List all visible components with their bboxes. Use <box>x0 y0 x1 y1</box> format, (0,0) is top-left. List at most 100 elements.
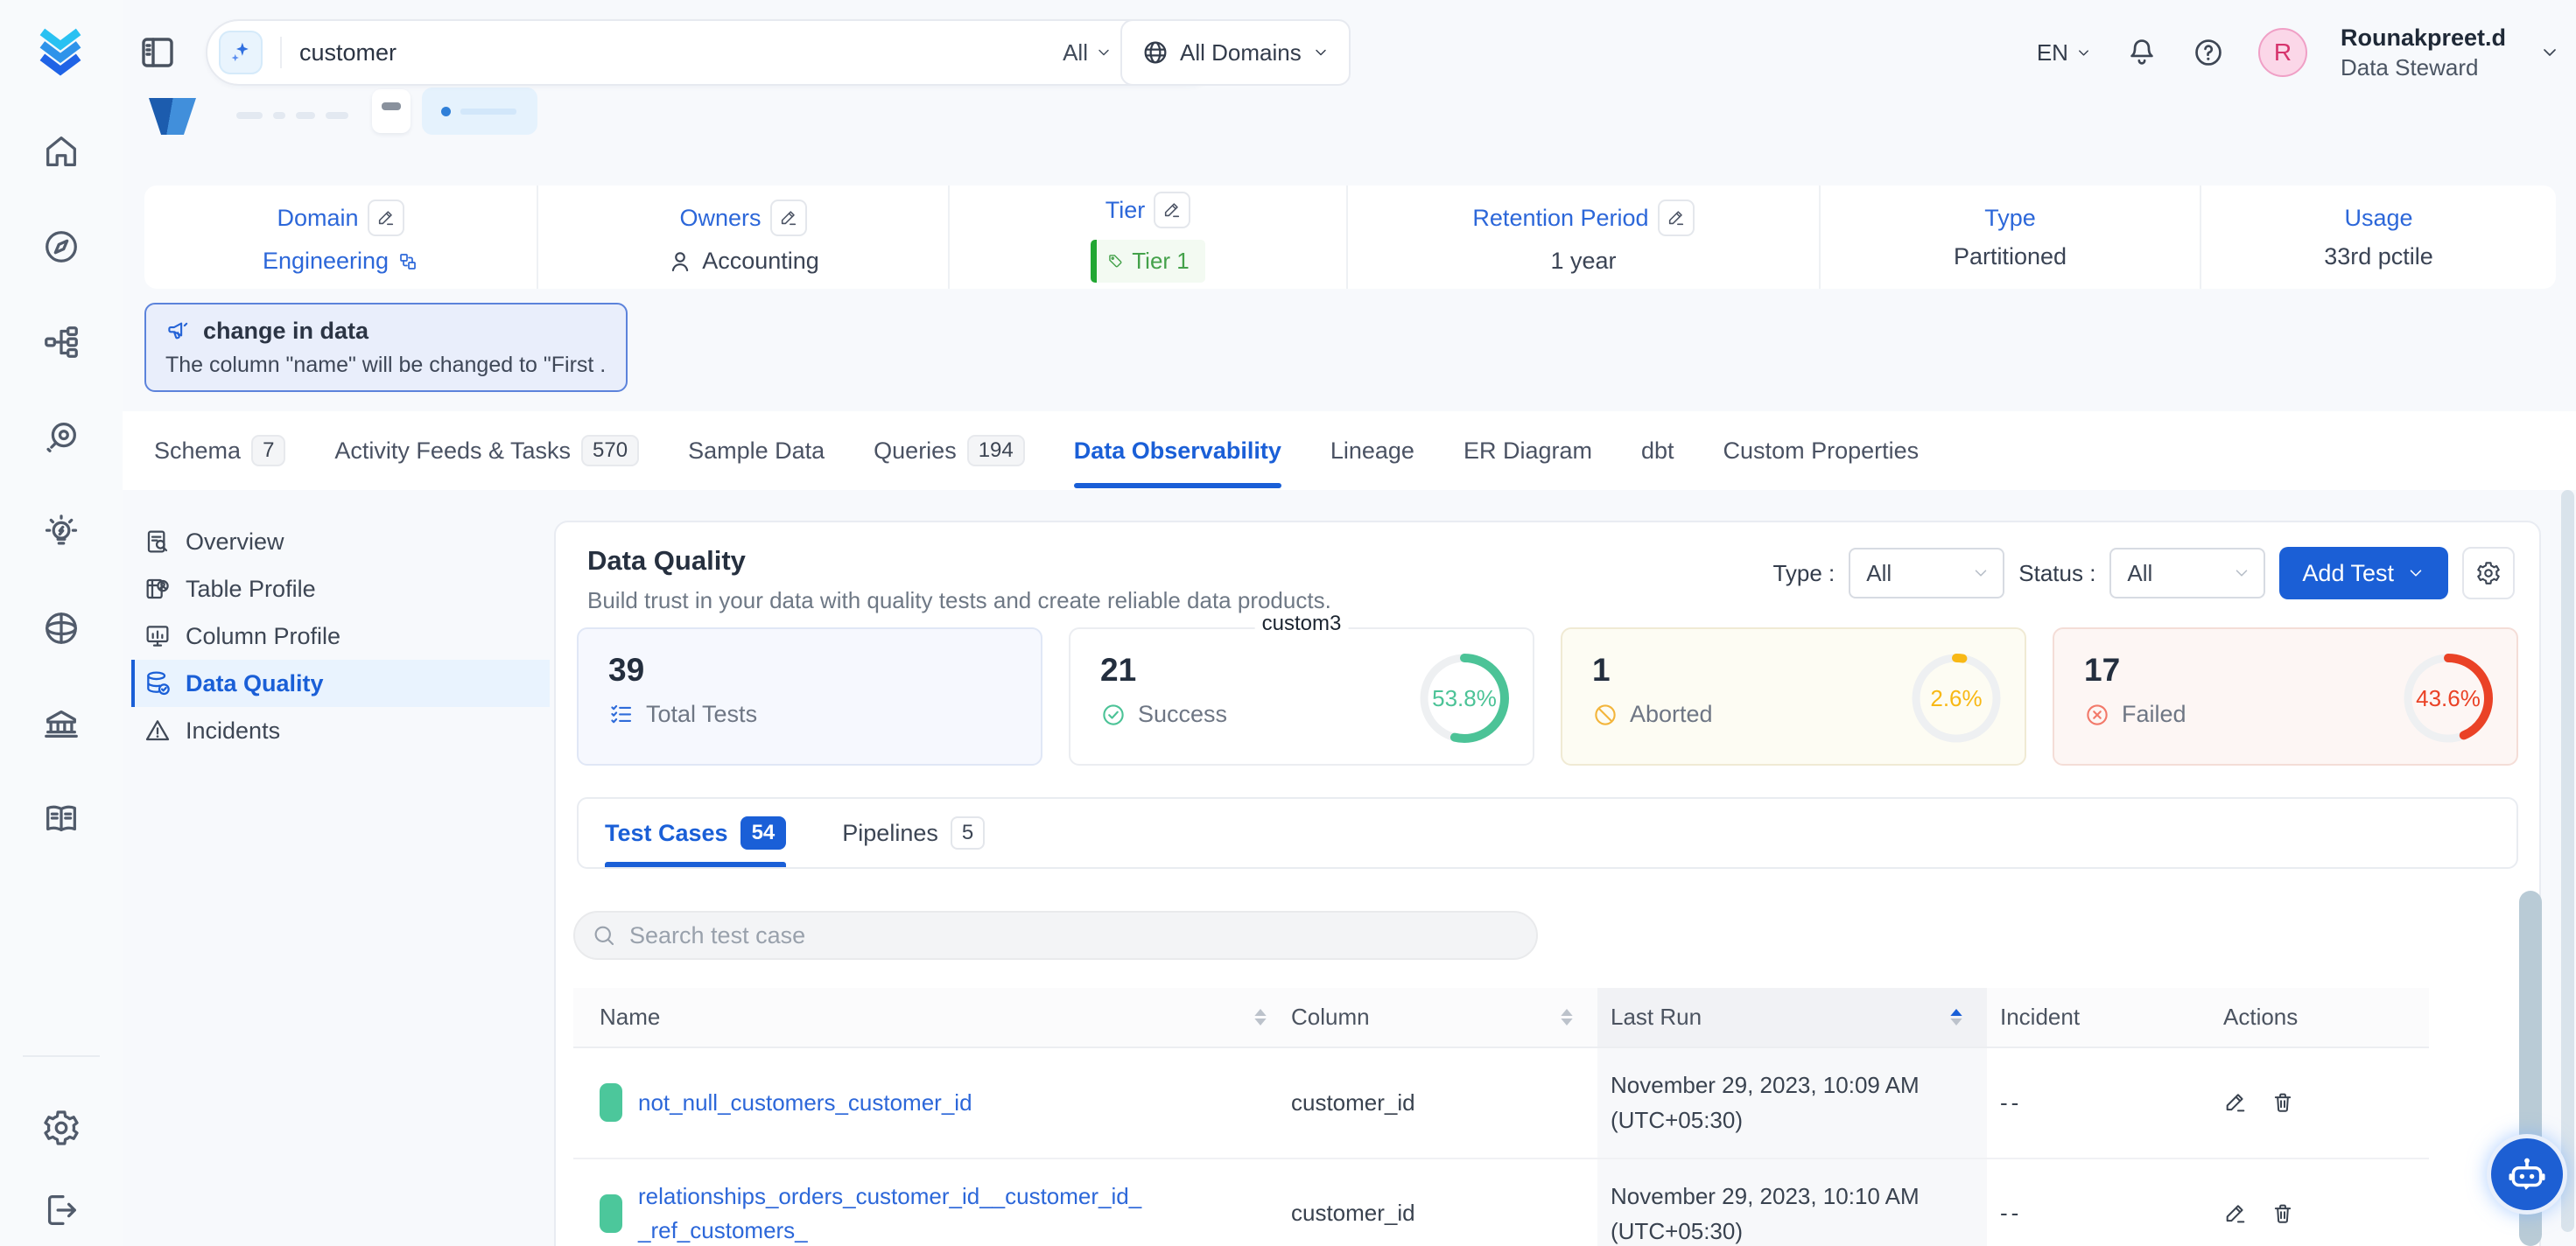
settings-gear-icon[interactable] <box>41 1108 81 1148</box>
sort-icons <box>1561 1009 1573 1026</box>
chat-assistant-button[interactable] <box>2487 1134 2567 1214</box>
menu-item-column-profile[interactable]: Column Profile <box>131 612 550 660</box>
menu-item-incidents[interactable]: Incidents <box>131 707 550 754</box>
all-domains-label: All Domains <box>1180 39 1302 66</box>
entity-meta-card: Domain Engineering Owners Accounting Tie… <box>144 186 2556 289</box>
edit-owners-button[interactable] <box>770 200 807 236</box>
tab-sample-data[interactable]: Sample Data <box>688 411 825 490</box>
total-tests-label: Total Tests <box>646 701 757 728</box>
tab-lineage[interactable]: Lineage <box>1330 411 1414 490</box>
app-logo-icon[interactable] <box>32 21 89 79</box>
edit-icon[interactable] <box>2223 1090 2248 1115</box>
delete-trash-icon[interactable] <box>2271 1201 2295 1226</box>
tab-er-diagram[interactable]: ER Diagram <box>1463 411 1592 490</box>
page-scrollbar-thumb[interactable] <box>2561 490 2574 1232</box>
menu-item-overview[interactable]: Overview <box>131 518 550 565</box>
test-case-search[interactable] <box>573 911 1538 960</box>
all-domains-button[interactable]: All Domains <box>1120 19 1351 86</box>
tab-queries[interactable]: Queries194 <box>874 411 1025 490</box>
tab-custom-properties[interactable]: Custom Properties <box>1723 411 1920 490</box>
explore-compass-icon[interactable] <box>41 227 81 267</box>
subtab-pipelines[interactable]: Pipelines 5 <box>842 799 985 867</box>
announcement-banner[interactable]: change in data The column "name" will be… <box>144 303 628 392</box>
test-case-link[interactable]: not_null_customers_customer_id <box>638 1086 972 1120</box>
type-value: Partitioned <box>1954 243 2067 270</box>
chevron-down-icon <box>1312 44 1330 61</box>
last-run-cell: November 29, 2023, 10:10 AM(UTC+05:30) <box>1611 1179 1987 1246</box>
user-avatar[interactable]: R <box>2258 28 2307 77</box>
sidebar-toggle-icon[interactable] <box>137 32 179 74</box>
column-profile-icon <box>144 622 172 650</box>
user-menu-chevron-icon[interactable] <box>2539 42 2560 63</box>
pipelines-count-badge: 5 <box>951 816 985 850</box>
test-case-link[interactable]: relationships_orders_customer_id__custom… <box>638 1180 1150 1246</box>
success-ring-chart: 53.8% <box>1417 651 1512 746</box>
search-scope-value: All <box>1063 39 1088 66</box>
meta-retention: Retention Period 1 year <box>1348 186 1821 289</box>
edit-domain-button[interactable] <box>368 200 404 236</box>
govern-bank-icon[interactable] <box>41 704 81 744</box>
user-icon <box>667 248 693 275</box>
menu-item-table-profile[interactable]: Table Profile <box>131 565 550 612</box>
header-column[interactable]: Column <box>1291 988 1597 1047</box>
glossary-book-icon[interactable] <box>41 799 81 839</box>
test-case-search-input[interactable] <box>629 922 1520 949</box>
meta-usage: Usage 33rd pctile <box>2201 186 2556 289</box>
domain-value-link[interactable]: Engineering <box>263 248 389 275</box>
subtab-test-cases[interactable]: Test Cases 54 <box>605 799 786 867</box>
user-menu[interactable]: Rounakpreet.d Data Steward <box>2341 24 2506 81</box>
last-run-cell: November 29, 2023, 10:09 AM(UTC+05:30) <box>1611 1068 1987 1138</box>
test-cases-count-badge: 54 <box>741 816 787 850</box>
megaphone-icon <box>165 318 192 345</box>
edit-tier-button[interactable] <box>1154 192 1190 228</box>
globe-icon <box>1141 38 1169 66</box>
insights-bulb-icon[interactable] <box>41 513 81 553</box>
ai-sparkles-icon[interactable] <box>219 31 263 74</box>
add-test-button[interactable]: Add Test <box>2279 547 2448 599</box>
notifications-bell-icon[interactable] <box>2125 36 2158 69</box>
observability-icon[interactable] <box>41 417 81 458</box>
tab-data-observability[interactable]: Data Observability <box>1074 411 1281 490</box>
success-label: Success <box>1138 701 1227 728</box>
check-circle-icon <box>1100 702 1127 728</box>
language-select[interactable]: EN <box>2037 39 2092 66</box>
tab-activity-feeds[interactable]: Activity Feeds & Tasks570 <box>334 411 639 490</box>
x-circle-icon <box>2084 702 2110 728</box>
table-row: not_null_customers_customer_id customer_… <box>573 1047 2429 1158</box>
home-icon[interactable] <box>41 131 81 172</box>
active-subtab-underline <box>605 862 786 867</box>
search-input[interactable] <box>299 39 1063 66</box>
usage-label: Usage <box>2344 205 2412 232</box>
header-last-run[interactable]: Last Run <box>1597 988 1987 1047</box>
delete-trash-icon[interactable] <box>2271 1090 2295 1115</box>
table-settings-gear-icon[interactable] <box>2462 547 2515 599</box>
domains-globe-icon[interactable] <box>41 608 81 648</box>
test-case-subtabs: Test Cases 54 Pipelines 5 <box>577 797 2518 869</box>
lineage-flow-icon[interactable] <box>41 322 81 362</box>
test-summary-cards: 39 Total Tests custom3 21 Success 53.8% … <box>577 627 2518 766</box>
header-name[interactable]: Name <box>573 988 1291 1047</box>
global-search-bar[interactable]: All <box>206 19 1221 86</box>
sort-icons-active-asc <box>1950 1009 1962 1026</box>
tab-schema[interactable]: Schema7 <box>154 411 285 490</box>
status-filter-select[interactable]: All <box>2109 548 2265 598</box>
tab-count-badge: 570 <box>581 435 639 466</box>
logout-icon[interactable] <box>41 1190 81 1230</box>
meta-owners: Owners Accounting <box>538 186 950 289</box>
edit-retention-button[interactable] <box>1658 200 1695 236</box>
aborted-card: 1 Aborted 2.6% <box>1561 627 2026 766</box>
retention-label: Retention Period <box>1472 205 1648 232</box>
menu-item-data-quality[interactable]: Data Quality <box>131 660 550 707</box>
type-filter-select[interactable]: All <box>1849 548 2004 598</box>
search-divider <box>280 37 282 68</box>
avatar-initial: R <box>2274 38 2292 66</box>
domain-label: Domain <box>277 205 358 232</box>
tab-dbt[interactable]: dbt <box>1641 411 1674 490</box>
table-header-row: Name Column Last Run Incident Actions <box>573 988 2429 1047</box>
document-search-icon <box>144 528 172 556</box>
search-scope-select[interactable]: All <box>1063 39 1113 66</box>
edit-icon[interactable] <box>2223 1201 2248 1226</box>
help-icon[interactable] <box>2192 36 2225 69</box>
retention-value: 1 year <box>1550 248 1616 275</box>
skeleton-dash <box>273 112 285 119</box>
